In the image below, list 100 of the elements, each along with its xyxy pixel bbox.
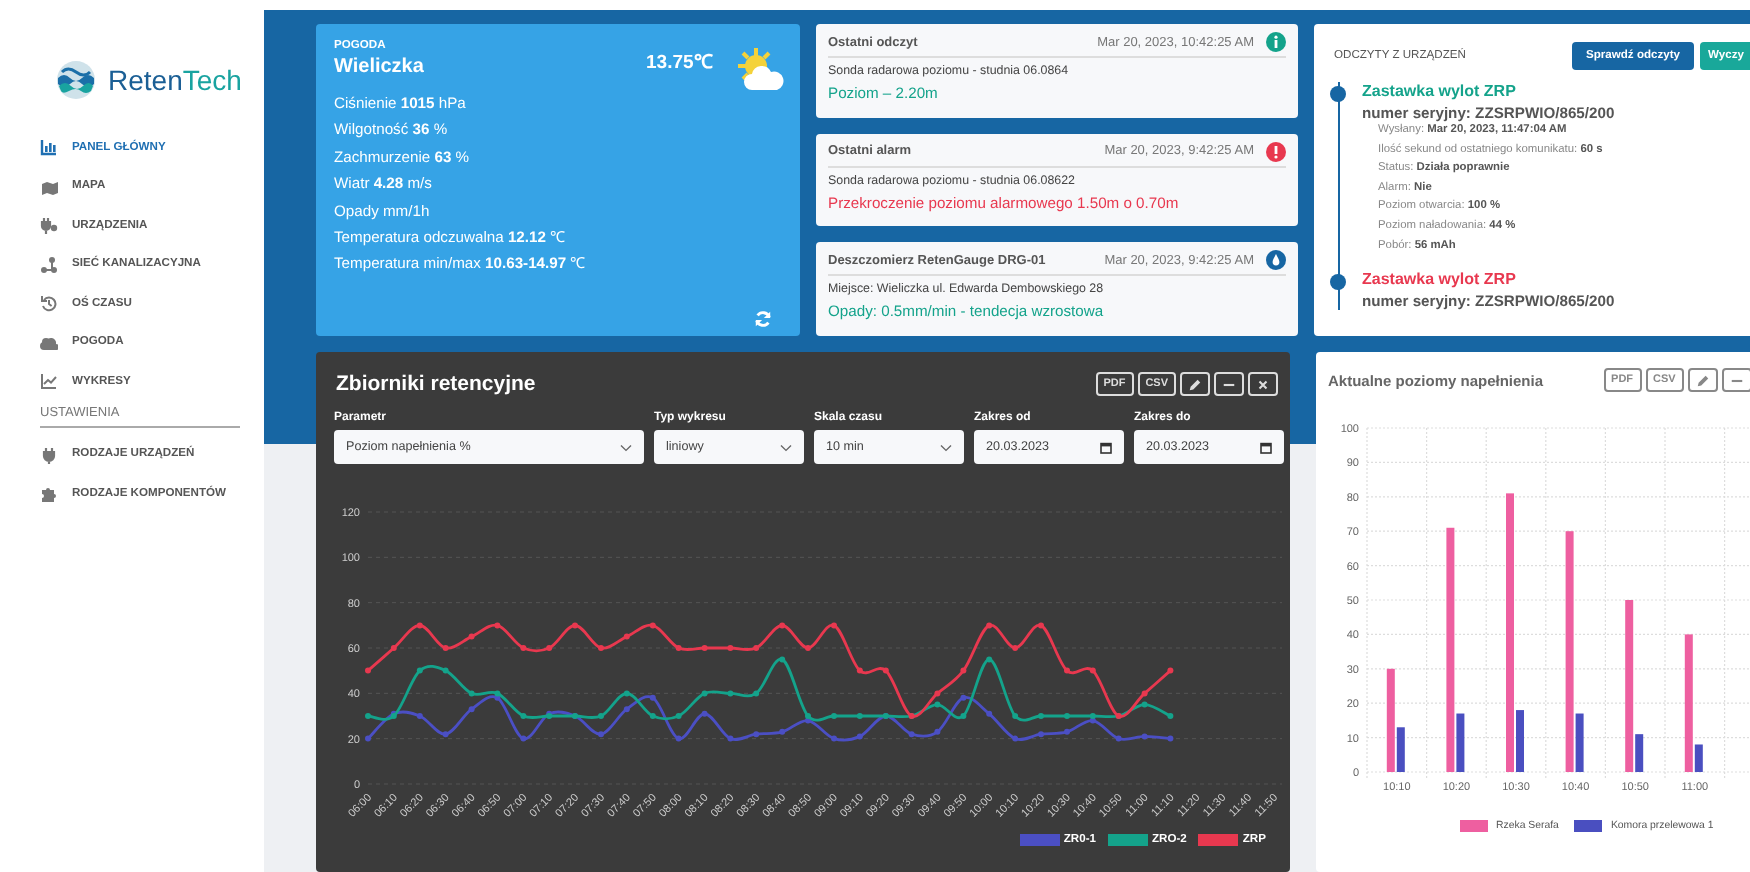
sun-cloud-icon xyxy=(736,46,788,94)
data-point xyxy=(1012,735,1019,742)
data-point xyxy=(727,735,734,742)
temperature: 13.75℃ xyxy=(646,50,712,74)
data-point xyxy=(416,622,423,629)
data-point xyxy=(649,713,656,719)
data-point xyxy=(623,633,630,640)
puzzle-icon xyxy=(40,484,58,503)
line-chart-icon xyxy=(40,372,58,391)
close-icon xyxy=(1256,377,1270,391)
data-point xyxy=(727,645,734,651)
data-point xyxy=(546,713,553,719)
data-point xyxy=(960,713,967,719)
data-point xyxy=(468,633,475,640)
data-point xyxy=(960,694,967,701)
bar-chart-icon xyxy=(40,138,58,157)
refresh-icon[interactable] xyxy=(754,310,772,328)
plug-icon xyxy=(40,445,58,464)
alert-icon xyxy=(1266,141,1286,162)
data-point xyxy=(1012,645,1019,651)
data-point xyxy=(675,713,682,719)
data-point xyxy=(520,713,527,719)
data-point xyxy=(365,735,371,742)
data-point xyxy=(675,645,682,651)
chevron-down-icon xyxy=(940,443,952,451)
data-point xyxy=(831,622,837,629)
logo-text: RetenTech xyxy=(108,64,242,96)
network-icon xyxy=(40,255,58,274)
data-point xyxy=(1038,622,1044,629)
data-point xyxy=(598,645,604,651)
data-point xyxy=(442,731,449,738)
data-point xyxy=(520,645,527,651)
data-point xyxy=(779,656,786,663)
data-point xyxy=(468,690,475,697)
map-icon xyxy=(40,177,58,196)
data-point xyxy=(365,713,371,719)
info-icon xyxy=(1266,32,1286,52)
edit-button[interactable] xyxy=(1687,368,1718,392)
data-point xyxy=(416,667,423,674)
data-point xyxy=(701,710,708,717)
entry-title: Zastawka wylot ZRP xyxy=(1362,270,1516,289)
data-point xyxy=(442,667,449,674)
data-point xyxy=(416,713,423,719)
data-point xyxy=(390,645,397,651)
pencil-icon xyxy=(1188,377,1202,391)
data-point xyxy=(1115,735,1122,742)
data-point xyxy=(1064,667,1070,674)
data-point xyxy=(934,728,941,735)
data-point xyxy=(572,622,578,629)
data-point xyxy=(753,690,760,697)
data-point xyxy=(753,731,760,738)
data-point xyxy=(986,656,993,663)
data-point xyxy=(908,731,915,738)
data-point xyxy=(831,713,837,719)
data-point xyxy=(546,645,553,651)
data-point xyxy=(675,735,682,742)
data-point xyxy=(1167,735,1174,742)
cloud-icon xyxy=(40,333,58,352)
data-point xyxy=(986,710,993,717)
data-point xyxy=(960,667,967,674)
data-point xyxy=(598,713,604,719)
data-point xyxy=(727,690,734,697)
data-point xyxy=(1012,713,1019,719)
data-point xyxy=(1064,728,1070,735)
history-icon xyxy=(40,294,58,313)
data-point xyxy=(1038,731,1044,738)
city-name: Wieliczka xyxy=(334,56,424,78)
data-point xyxy=(856,713,863,719)
data-point xyxy=(649,694,656,701)
pencil-icon xyxy=(1695,373,1710,387)
data-point xyxy=(623,706,630,713)
data-point xyxy=(520,735,527,742)
entry-title: Zastawka wylot ZRP xyxy=(1362,82,1516,100)
chevron-down-icon xyxy=(620,443,632,451)
data-point xyxy=(1089,667,1096,674)
drop-icon xyxy=(1266,250,1286,271)
data-point xyxy=(856,667,863,674)
calendar-icon xyxy=(1100,441,1112,453)
close-button[interactable] xyxy=(1248,372,1278,396)
data-point xyxy=(1167,667,1174,674)
chevron-down-icon xyxy=(780,443,792,451)
data-point xyxy=(831,735,837,742)
chart-title: Zbiorniki retencyjne xyxy=(336,372,536,396)
data-point xyxy=(1167,713,1174,719)
data-point xyxy=(598,731,604,738)
data-point xyxy=(1064,713,1070,719)
calendar-icon xyxy=(1260,441,1272,453)
data-point xyxy=(442,645,449,651)
data-point xyxy=(1141,733,1148,740)
wave-logo-icon xyxy=(56,60,96,100)
data-point xyxy=(934,701,941,708)
data-point xyxy=(805,645,811,651)
minimize-button[interactable] xyxy=(1721,368,1750,392)
plug-icon xyxy=(40,216,58,235)
data-point xyxy=(779,728,786,735)
data-point xyxy=(934,690,941,697)
data-point xyxy=(494,622,501,629)
data-point xyxy=(649,622,656,629)
data-point xyxy=(882,667,889,674)
data-point xyxy=(1038,713,1044,719)
